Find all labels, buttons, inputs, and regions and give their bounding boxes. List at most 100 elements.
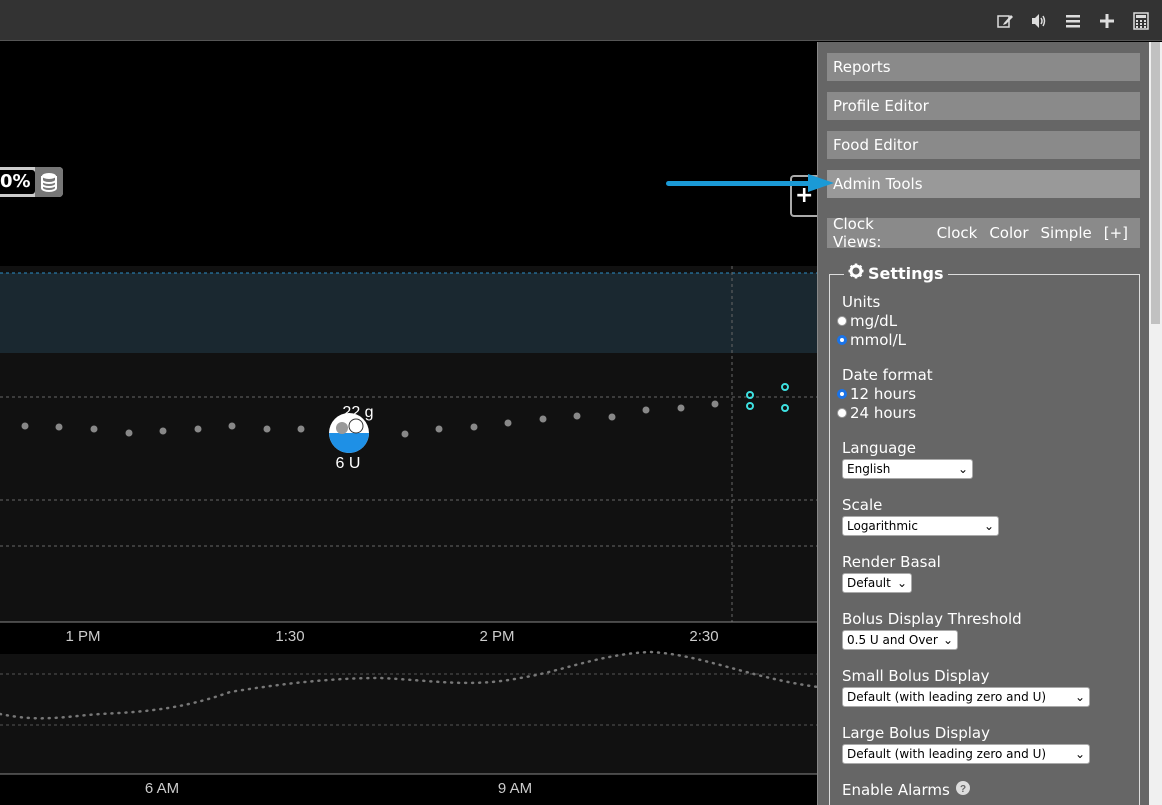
date-format-option-label: 12 hours: [850, 385, 917, 403]
profile-editor-button[interactable]: Profile Editor: [827, 92, 1140, 120]
enable-alarms-label: Enable Alarms: [842, 781, 950, 799]
clock-view-color[interactable]: Color: [989, 224, 1028, 242]
bg-point: [194, 425, 202, 433]
sub-chart-bg: [0, 654, 818, 774]
bg-point: [263, 425, 271, 433]
menu-icon[interactable]: [1062, 10, 1084, 32]
calculator-icon[interactable]: [1130, 10, 1152, 32]
bg-point: [711, 400, 719, 408]
enable-alarms-row: Enable Alarms ?: [842, 781, 970, 799]
scale-label: Scale: [842, 496, 883, 514]
bg-point: [297, 425, 305, 433]
small-bolus-label: Small Bolus Display: [842, 667, 990, 685]
annotation-arrow: [666, 181, 814, 186]
bg-point: [21, 422, 29, 430]
target-range-band: [0, 273, 818, 353]
radio-12h[interactable]: [837, 389, 847, 399]
bg-point: [573, 412, 581, 420]
x-tick-label: 1 PM: [65, 628, 100, 645]
x-tick-label: 2 PM: [479, 628, 514, 645]
scale-value: Logarithmic: [847, 519, 918, 533]
settings-fieldset: Settings Units mg/dL mmol/L Date format …: [829, 263, 1140, 805]
units-option-mmol[interactable]: mmol/L: [837, 331, 906, 349]
clock-views-label: Clock Views:: [833, 215, 882, 251]
clock-view-add[interactable]: [+]: [1104, 224, 1128, 242]
food-editor-button[interactable]: Food Editor: [827, 131, 1140, 159]
edit-icon[interactable]: [994, 10, 1016, 32]
bg-point: [401, 430, 409, 438]
small-bolus-value: Default (with leading zero and U): [847, 690, 1047, 704]
render-basal-label: Render Basal: [842, 553, 941, 571]
bg-point: [90, 425, 98, 433]
x-axis-labels-sub: 6 AM 9 AM: [145, 780, 532, 797]
plus-icon[interactable]: [1096, 10, 1118, 32]
bg-point: [125, 429, 133, 437]
volume-icon[interactable]: [1028, 10, 1050, 32]
language-label: Language: [842, 439, 917, 457]
chevron-down-icon: ⌄: [896, 576, 907, 590]
bg-point: [539, 415, 547, 423]
bolus-threshold-value: 0.5 U and Over: [847, 633, 938, 647]
clock-views-bar: Clock Views: Clock Color Simple [+]: [827, 215, 1140, 251]
language-select[interactable]: English ⌄: [842, 459, 973, 479]
units-option-label: mg/dL: [850, 312, 898, 330]
settings-legend: Settings: [844, 263, 948, 283]
top-toolbar: [0, 0, 1162, 41]
chevron-down-icon: ⌄: [983, 519, 994, 533]
radio-mgdl[interactable]: [837, 316, 847, 326]
settings-title: Settings: [868, 263, 944, 283]
reports-button[interactable]: Reports: [827, 53, 1140, 81]
x-tick-label: 2:30: [689, 628, 718, 645]
radio-24h[interactable]: [837, 408, 847, 418]
x-tick-label: 1:30: [275, 628, 304, 645]
bg-point: [470, 423, 478, 431]
clock-view-clock[interactable]: Clock: [937, 224, 978, 242]
bg-point: [608, 413, 616, 421]
bolus-threshold-label: Bolus Display Threshold: [842, 610, 1022, 628]
scrollbar-thumb[interactable]: [1151, 42, 1160, 324]
help-icon[interactable]: ?: [955, 781, 970, 799]
units-label: Units: [842, 293, 881, 311]
chevron-down-icon: ⌄: [1074, 747, 1085, 761]
bg-point: [55, 423, 63, 431]
render-basal-select[interactable]: Default ⌄: [842, 573, 912, 593]
bg-point: [642, 406, 650, 414]
bg-point: [159, 427, 167, 435]
units-option-label: mmol/L: [850, 331, 906, 349]
language-value: English: [847, 462, 891, 476]
date-format-label: Date format: [842, 366, 933, 384]
x-tick-label-sub: 9 AM: [498, 780, 532, 797]
svg-text:?: ?: [960, 784, 966, 795]
date-format-24h[interactable]: 24 hours: [837, 404, 916, 422]
carb-label: 22 g: [342, 404, 373, 421]
gear-icon: [848, 263, 864, 283]
chevron-down-icon: ⌄: [1074, 690, 1085, 704]
bg-point: [228, 422, 236, 430]
chevron-down-icon: ⌄: [957, 462, 968, 476]
bg-point: [504, 419, 512, 427]
large-bolus-value: Default (with leading zero and U): [847, 747, 1047, 761]
glucose-chart: 22 g 6 U 1 PM 1:30 2 PM 2:30 6 AM 9 AM: [0, 266, 818, 797]
scrollbar[interactable]: [1149, 42, 1162, 805]
scale-select[interactable]: Logarithmic ⌄: [842, 516, 999, 536]
units-option-mgdl[interactable]: mg/dL: [837, 312, 897, 330]
x-axis-labels-main: 1 PM 1:30 2 PM 2:30: [65, 628, 718, 645]
side-drawer: Reports Profile Editor Food Editor Admin…: [817, 42, 1149, 805]
admin-tools-button[interactable]: Admin Tools: [827, 170, 1140, 198]
large-bolus-label: Large Bolus Display: [842, 724, 990, 742]
bg-point: [677, 404, 685, 412]
large-bolus-select[interactable]: Default (with leading zero and U) ⌄: [842, 744, 1090, 764]
radio-mmol[interactable]: [837, 335, 847, 345]
glucose-chart-area: 0% 22 g 6 U 1 PM 1:30 2 PM 2:30 6 AM 9 A…: [0, 42, 818, 805]
insulin-label: 6 U: [336, 455, 361, 472]
date-format-option-label: 24 hours: [850, 404, 917, 422]
bolus-threshold-select[interactable]: 0.5 U and Over ⌄: [842, 630, 958, 650]
chevron-down-icon: ⌄: [942, 633, 953, 647]
bg-point: [435, 425, 443, 433]
date-format-12h[interactable]: 12 hours: [837, 385, 916, 403]
clock-view-simple[interactable]: Simple: [1041, 224, 1092, 242]
small-bolus-select[interactable]: Default (with leading zero and U) ⌄: [842, 687, 1090, 707]
x-tick-label-sub: 6 AM: [145, 780, 179, 797]
arrow-head-icon: [808, 174, 834, 192]
render-basal-value: Default: [847, 576, 891, 590]
